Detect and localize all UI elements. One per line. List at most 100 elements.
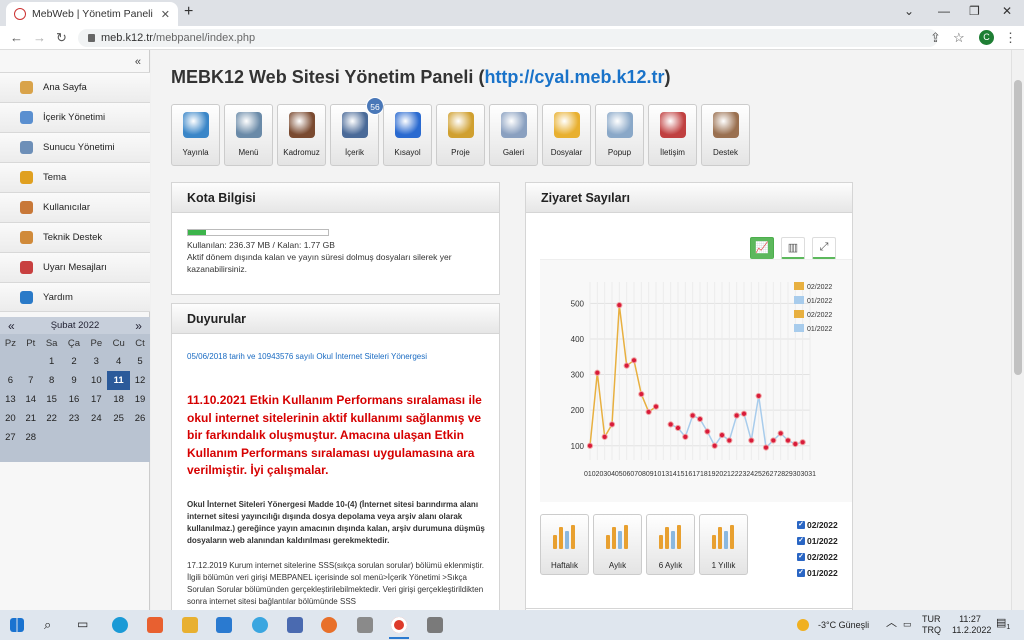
calendar-day[interactable]: 3	[85, 352, 107, 371]
tab-search-icon[interactable]: ⌄	[904, 4, 914, 18]
fullscreen-icon[interactable]: ⤢	[812, 237, 836, 259]
series-checkbox[interactable]: ✓ 02/2022	[797, 517, 838, 533]
calendar-day[interactable]: 1	[41, 352, 63, 371]
calendar-day[interactable]: 12	[130, 371, 150, 390]
period-button-2[interactable]: 6 Aylık	[646, 514, 695, 575]
browser-tab[interactable]: MebWeb | Yönetim Paneli ✕	[6, 2, 178, 26]
app3-icon[interactable]	[427, 617, 443, 633]
series-checkbox[interactable]: ✓ 01/2022	[797, 565, 838, 581]
toolbar-button-1[interactable]: Menü	[224, 104, 273, 166]
reload-icon[interactable]: ↻	[56, 30, 67, 46]
line-chart-icon[interactable]: 📈	[750, 237, 774, 259]
firefox-icon[interactable]	[321, 617, 337, 633]
directive-link[interactable]: 05/06/2018 tarih ve 10943576 sayılı Okul…	[187, 352, 427, 361]
sidebar-item-4[interactable]: Kullanıcılar	[0, 192, 150, 222]
site-link[interactable]: http://cyal.meb.k12.tr	[484, 67, 664, 87]
toolbar-button-3[interactable]: İçerik 56	[330, 97, 384, 166]
app-icon[interactable]	[147, 617, 163, 633]
calendar-day[interactable]: 19	[130, 390, 150, 409]
calendar-day[interactable]: 8	[41, 371, 63, 390]
calendar-day[interactable]: 6	[0, 371, 21, 390]
sidebar-item-5[interactable]: Teknik Destek	[0, 222, 150, 252]
close-window-icon[interactable]: ✕	[1002, 4, 1012, 18]
forward-icon[interactable]: →	[33, 30, 46, 45]
browser-menu-icon[interactable]: ⋮	[1004, 30, 1017, 46]
calendar-day[interactable]: 7	[21, 371, 41, 390]
prev-month-icon[interactable]: «	[8, 319, 15, 333]
bookmark-star-icon[interactable]: ☆	[953, 30, 965, 46]
new-tab-icon[interactable]: +	[184, 3, 193, 21]
page-scrollbar[interactable]	[1011, 50, 1024, 610]
calendar-day[interactable]: 28	[21, 428, 41, 447]
ie-icon[interactable]	[252, 617, 268, 633]
calendar-day[interactable]: 11	[107, 371, 131, 390]
calendar-day[interactable]: 24	[85, 409, 107, 428]
checkbox-checked-icon[interactable]: ✓	[797, 569, 805, 577]
toolbar-button-0[interactable]: Yayınla	[171, 104, 220, 166]
calendar-day[interactable]: 22	[41, 409, 63, 428]
scrollbar-thumb[interactable]	[1014, 80, 1022, 375]
sidebar-item-0[interactable]: Ana Sayfa	[0, 72, 150, 102]
network-icon[interactable]: ▭	[903, 619, 912, 630]
sidebar-item-3[interactable]: Tema	[0, 162, 150, 192]
calendar-day[interactable]: 20	[0, 409, 21, 428]
toolbar-button-8[interactable]: Popup	[595, 104, 644, 166]
sidebar-item-7[interactable]: Yardım	[0, 282, 150, 312]
toolbar-button-6[interactable]: Galeri	[489, 104, 538, 166]
calendar-day[interactable]: 15	[41, 390, 63, 409]
back-icon[interactable]: ←	[10, 30, 23, 45]
toolbar-button-10[interactable]: Destek	[701, 104, 750, 166]
calendar-day[interactable]: 13	[0, 390, 21, 409]
app2-icon[interactable]	[357, 617, 373, 633]
toolbar-button-5[interactable]: Proje	[436, 104, 485, 166]
weather-text[interactable]: -3°C Güneşli	[818, 620, 869, 631]
calendar-day[interactable]: 5	[130, 352, 150, 371]
calendar-day[interactable]: 17	[85, 390, 107, 409]
period-button-1[interactable]: Aylık	[593, 514, 642, 575]
checkbox-checked-icon[interactable]: ✓	[797, 537, 805, 545]
clock[interactable]: 11:27 11.2.2022	[952, 614, 991, 636]
profile-avatar[interactable]: C	[979, 30, 994, 45]
checkbox-checked-icon[interactable]: ✓	[797, 553, 805, 561]
sidebar-item-1[interactable]: İçerik Yönetimi	[0, 102, 150, 132]
close-tab-icon[interactable]: ✕	[161, 8, 170, 21]
next-month-icon[interactable]: »	[135, 319, 142, 333]
url-field[interactable]: meb.k12.tr/mebpanel/index.php	[78, 29, 938, 47]
search-icon[interactable]: ⌕	[44, 617, 60, 633]
period-button-0[interactable]: Haftalık	[540, 514, 589, 575]
calendar-day[interactable]: 4	[107, 352, 130, 371]
collapse-sidebar-icon[interactable]: «	[135, 56, 141, 68]
calendar-day[interactable]: 14	[21, 390, 41, 409]
calendar-day[interactable]: 10	[85, 371, 107, 390]
checkbox-checked-icon[interactable]: ✓	[797, 521, 805, 529]
store-icon[interactable]	[216, 617, 232, 633]
calendar-day[interactable]: 23	[63, 409, 86, 428]
series-checkbox[interactable]: ✓ 02/2022	[797, 549, 838, 565]
minimize-icon[interactable]: —	[938, 4, 950, 18]
word-icon[interactable]	[287, 617, 303, 633]
period-button-3[interactable]: 1 Yıllık	[699, 514, 748, 575]
toolbar-button-2[interactable]: Kadromuz	[277, 104, 326, 166]
sidebar-item-6[interactable]: Uyarı Mesajları	[0, 252, 150, 282]
series-checkbox[interactable]: ✓ 01/2022	[797, 533, 838, 549]
calendar-day[interactable]: 26	[130, 409, 150, 428]
task-view-icon[interactable]: ▭	[77, 617, 93, 633]
calendar-day[interactable]: 21	[21, 409, 41, 428]
language-indicator[interactable]: TUR TRQ	[922, 614, 941, 636]
tray-chevron-icon[interactable]: ︿	[886, 618, 897, 629]
weather-icon[interactable]	[797, 619, 809, 631]
calendar-day[interactable]: 18	[107, 390, 130, 409]
edge-icon[interactable]	[112, 617, 128, 633]
notifications-icon[interactable]: ▤1	[996, 617, 1010, 633]
share-icon[interactable]: ⇪	[930, 30, 941, 46]
bar-chart-icon[interactable]: ▥	[781, 237, 805, 259]
calendar-day[interactable]: 25	[107, 409, 130, 428]
restore-icon[interactable]: ❐	[969, 4, 980, 18]
file-explorer-icon[interactable]	[182, 617, 198, 633]
calendar-day[interactable]: 27	[0, 428, 21, 447]
calendar-day[interactable]: 2	[63, 352, 86, 371]
chrome-icon[interactable]	[391, 617, 407, 633]
toolbar-button-4[interactable]: Kısayol	[383, 104, 432, 166]
windows-start-icon[interactable]	[10, 618, 24, 632]
toolbar-button-9[interactable]: İletişim	[648, 104, 697, 166]
